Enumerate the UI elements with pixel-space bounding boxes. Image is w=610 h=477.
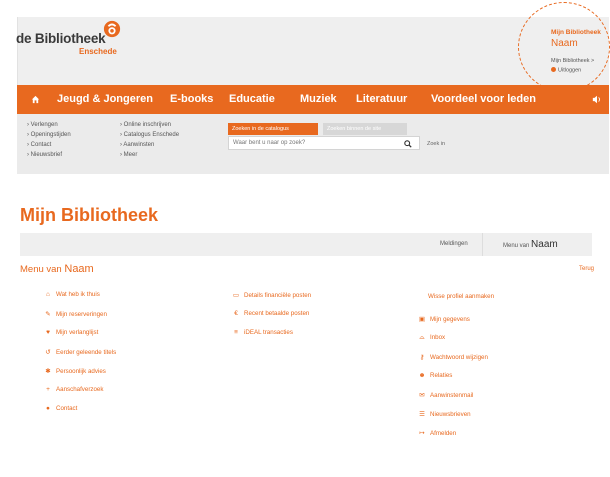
nav-item-educatie[interactable]: Educatie	[229, 85, 275, 114]
menu-item-label: Afmelden	[430, 430, 457, 437]
menu-item-label: Mijn verlanglijst	[56, 329, 99, 336]
search-help-link[interactable]: Zoek in	[427, 141, 445, 147]
menu-item-aanwinstenmail[interactable]: ✉ Aanwinstenmail	[418, 391, 473, 399]
logo-mark-icon	[103, 20, 121, 38]
my-library-link[interactable]: Mijn Bibliotheek >	[551, 58, 594, 64]
key-icon: ⚷	[419, 354, 425, 361]
menu-item-verlanglijst[interactable]: ♥ Mijn verlanglijst	[44, 329, 98, 336]
nav-item-literatuur[interactable]: Literatuur	[356, 85, 407, 114]
menu-item-afmelden[interactable]: ↦ Afmelden	[418, 429, 456, 437]
quick-link-contact[interactable]: › Contact	[27, 142, 51, 148]
bank-icon: ≡	[234, 329, 238, 336]
menu-heading-prefix: Menu van	[20, 264, 62, 275]
quick-link-aanwinsten[interactable]: › Aanwinsten	[120, 142, 154, 148]
logout-label: Uitloggen	[558, 67, 582, 74]
quick-link-verlengen[interactable]: › Verlengen	[27, 122, 58, 128]
quick-link-meer[interactable]: › Meer	[120, 152, 137, 158]
menu-heading-name: Naam	[64, 263, 94, 275]
nav-item-voordeel[interactable]: Voordeel voor leden	[431, 85, 536, 114]
menu-item-mijn-gegevens[interactable]: ▣ Mijn gegevens	[418, 315, 470, 323]
quick-link-openingstijden[interactable]: › Openingstijden	[27, 132, 71, 138]
menu-item-reserveringen[interactable]: ✎ Mijn reserveringen	[44, 310, 107, 318]
menu-item-label: Mijn reserveringen	[56, 311, 107, 318]
plus-icon: +	[46, 386, 50, 393]
menu-item-eerder-geleend[interactable]: ↺ Eerder geleende titels	[44, 348, 116, 356]
mail-icon: ✉	[419, 392, 425, 399]
menu-item-relaties[interactable]: ☻ Relaties	[418, 372, 453, 379]
menu-item-wachtwoord[interactable]: ⚷ Wachtwoord wijzigen	[418, 353, 488, 361]
quick-link-catalogus[interactable]: › Catalogus Enschede	[120, 132, 179, 138]
notifications-link[interactable]: Meldingen	[440, 241, 468, 247]
toolbar-divider	[482, 233, 483, 256]
chat-icon: ●	[46, 405, 50, 412]
menu-item-label: Inbox	[430, 334, 446, 341]
star-icon: ✱	[45, 368, 51, 375]
quick-link-nieuwsbrief[interactable]: › Nieuwsbrief	[27, 152, 62, 158]
menu-item-label: Aanwinstenmail	[430, 392, 474, 399]
menu-item-wisse-profiel[interactable]: Wisse profiel aanmaken	[428, 293, 494, 300]
menu-item-label: iDEAL transacties	[244, 329, 293, 336]
logout-icon	[551, 67, 556, 72]
speaker-icon[interactable]	[592, 95, 602, 104]
menu-item-wat-heb-ik-thuis[interactable]: ⌂ Wat heb ik thuis	[44, 291, 100, 298]
menu-item-inbox[interactable]: ⌓ Inbox	[418, 334, 445, 342]
menu-item-persoonlijk-advies[interactable]: ✱ Persoonlijk advies	[44, 367, 106, 375]
menu-item-nieuwsbrieven[interactable]: ☰ Nieuwsbrieven	[418, 410, 471, 418]
main-nav: Jeugd & Jongeren E-books Educatie Muziek…	[17, 85, 609, 114]
menu-item-financiele-posten[interactable]: ▭ Details financiële posten	[232, 291, 311, 299]
id-icon: ▣	[418, 316, 426, 323]
menu-item-label: Eerder geleende titels	[56, 349, 117, 356]
nav-item-ebooks[interactable]: E-books	[170, 85, 213, 114]
nav-item-jeugd[interactable]: Jeugd & Jongeren	[57, 85, 153, 114]
user-name: Naam	[551, 38, 578, 49]
logout-link[interactable]: Uitloggen	[551, 67, 581, 74]
history-icon: ↺	[45, 349, 51, 356]
my-library-title[interactable]: Mijn Bibliotheek	[551, 29, 601, 36]
site-logo[interactable]: de Bibliotheek Enschede	[16, 20, 121, 56]
inbox-icon: ⌓	[419, 334, 425, 341]
home-icon[interactable]	[31, 95, 40, 104]
receipt-icon: €	[234, 310, 238, 317]
home-icon: ⌂	[46, 291, 50, 298]
logo-text: de Bibliotheek	[16, 31, 106, 46]
search-catalog-tab[interactable]: Zoeken in de catalogus	[228, 123, 318, 135]
menu-item-label: Recent betaalde posten	[244, 310, 310, 317]
menu-item-label: Persoonlijk advies	[56, 368, 106, 375]
menu-item-label: Contact	[56, 405, 78, 412]
list-icon: ☰	[419, 411, 425, 418]
menu-item-label: Aanschafverzoek	[56, 386, 104, 393]
quick-links-area: › Verlengen › Openingstijden › Contact ›…	[17, 114, 609, 174]
search-icon[interactable]	[404, 140, 412, 148]
menu-item-label: Wisse profiel aanmaken	[428, 293, 495, 300]
page-title: Mijn Bibliotheek	[20, 205, 159, 225]
menu-item-ideal-transacties[interactable]: ≡ iDEAL transacties	[232, 329, 293, 336]
menu-item-label: Relaties	[430, 372, 453, 379]
quick-link-inschrijven[interactable]: › Online inschrijven	[120, 122, 171, 128]
menu-item-label: Wat heb ik thuis	[56, 291, 100, 298]
menu-item-label: Wachtwoord wijzigen	[430, 354, 488, 361]
pin-icon: ✎	[45, 311, 51, 318]
user-menu-name: Naam	[531, 239, 558, 250]
logo-subtitle: Enschede	[79, 47, 117, 56]
back-link[interactable]: Terug	[579, 266, 594, 272]
menu-item-label: Details financiële posten	[244, 292, 312, 299]
heart-icon: ♥	[46, 329, 50, 336]
menu-item-betaalde-posten[interactable]: € Recent betaalde posten	[232, 310, 309, 317]
user-menu-dropdown[interactable]: Menu van Naam	[503, 239, 558, 250]
menu-item-label: Nieuwsbrieven	[430, 411, 471, 418]
menu-heading: Menu van Naam	[20, 263, 94, 275]
card-icon: ▭	[232, 292, 240, 299]
menu-item-contact[interactable]: ● Contact	[44, 405, 77, 412]
menu-item-aanschafverzoek[interactable]: + Aanschafverzoek	[44, 386, 103, 393]
user-menu-label: Menu van	[503, 243, 530, 249]
search-site-tab[interactable]: Zoeken binnen de site	[323, 123, 407, 135]
people-icon: ☻	[418, 372, 426, 379]
menu-item-label: Mijn gegevens	[430, 316, 470, 323]
logout-icon: ↦	[419, 430, 425, 437]
nav-item-muziek[interactable]: Muziek	[300, 85, 337, 114]
search-input[interactable]: Waar bent u naar op zoek?	[228, 136, 420, 150]
